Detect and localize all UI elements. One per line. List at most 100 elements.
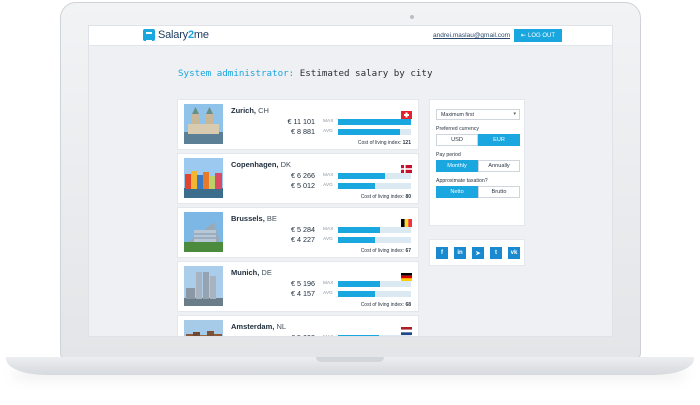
salary-row-max: € 5 284 MAX bbox=[231, 225, 411, 235]
salary-max-value: € 5 284 bbox=[291, 225, 315, 234]
city-country-code: CH bbox=[258, 106, 269, 115]
salary-row-max: € 11 101 MAX bbox=[231, 117, 411, 127]
salary-max-value: € 5 196 bbox=[291, 279, 315, 288]
city-name-text: Brussels bbox=[231, 214, 263, 223]
salary-avg-bar-fill bbox=[338, 291, 375, 297]
salary-avg-bar-fill bbox=[338, 183, 376, 189]
city-card[interactable]: Amsterdam, NL € 5 093 MAX bbox=[177, 315, 419, 336]
salary-avg-bar-fill bbox=[338, 129, 401, 135]
salary-row-max: € 5 093 MAX bbox=[231, 333, 411, 336]
city-card[interactable]: Brussels, BE € 5 284 MAX € 4 227 AVG Cost of … bbox=[177, 207, 419, 258]
salary-row-max: € 5 196 MAX bbox=[231, 279, 411, 289]
salary-avg-value: € 5 012 bbox=[291, 181, 315, 190]
twitter-icon[interactable]: t bbox=[490, 247, 502, 259]
cost-of-living-label: Cost of living index: bbox=[360, 302, 405, 308]
currency-option-eur[interactable]: EUR bbox=[478, 134, 520, 146]
cost-of-living-value: 68 bbox=[405, 302, 411, 308]
currency-option-usd[interactable]: USD bbox=[436, 134, 478, 146]
cost-of-living-value: 67 bbox=[405, 248, 411, 254]
city-country-code: DK bbox=[280, 160, 292, 169]
taxation-label: Approximate taxation? bbox=[436, 178, 488, 184]
cost-of-living-value: 80 bbox=[405, 194, 411, 200]
period-option-monthly[interactable]: Monthly bbox=[436, 160, 478, 172]
salary-max-bar-fill bbox=[338, 119, 411, 125]
linkedin-icon[interactable]: in bbox=[454, 247, 466, 259]
salary-avg-value: € 4 227 bbox=[291, 235, 315, 244]
cost-of-living-index: Cost of living index: 80 bbox=[361, 194, 411, 200]
user-email-link[interactable]: andrei.maslau@gmail.com bbox=[433, 32, 510, 39]
city-photo bbox=[184, 266, 223, 306]
cost-of-living-label: Cost of living index: bbox=[360, 194, 405, 200]
city-name-text: Munich bbox=[231, 268, 258, 277]
city-name: Amsterdam, NL bbox=[231, 322, 287, 331]
salary-avg-label: AVG bbox=[323, 183, 333, 188]
flag-be-icon bbox=[401, 214, 412, 227]
period-option-annually[interactable]: Annually bbox=[478, 160, 520, 172]
flag-dk-icon bbox=[401, 160, 412, 173]
sort-select[interactable]: Maximum first ▾ bbox=[436, 109, 520, 120]
taxation-toggle: Netto Brutto bbox=[436, 186, 520, 198]
share-panel: f in ➤ t vk bbox=[429, 239, 525, 266]
app-screen: Salary2me andrei.maslau@gmail.com ⇤ LOG … bbox=[88, 25, 613, 337]
city-card[interactable]: Copenhagen, DK € 6 266 MAX € 5 012 AVG Cost o… bbox=[177, 153, 419, 204]
city-name-text: Copenhagen bbox=[231, 160, 277, 169]
salary-avg-label: AVG bbox=[323, 237, 333, 242]
cost-of-living-label: Cost of living index: bbox=[360, 248, 405, 254]
page-title-text: Estimated salary by city bbox=[299, 68, 433, 79]
salary-row-avg: € 4 157 AVG bbox=[231, 289, 411, 299]
salary-max-bar bbox=[338, 119, 411, 125]
salary-max-bar bbox=[338, 173, 411, 179]
currency-toggle: USD EUR bbox=[436, 134, 520, 146]
cost-of-living-label: Cost of living index: bbox=[357, 140, 402, 146]
salary-max-label: MAX bbox=[323, 173, 334, 178]
salary-max-value: € 6 266 bbox=[291, 171, 315, 180]
logout-button[interactable]: ⇤ LOG OUT bbox=[514, 29, 562, 42]
city-photo bbox=[184, 320, 223, 336]
telegram-icon[interactable]: ➤ bbox=[472, 247, 484, 259]
facebook-icon[interactable]: f bbox=[436, 247, 448, 259]
salary-avg-label: AVG bbox=[323, 291, 333, 296]
salary-avg-bar bbox=[338, 183, 411, 189]
camera-dot bbox=[410, 15, 414, 19]
city-name-text: Zurich bbox=[231, 106, 254, 115]
city-country-code: DE bbox=[261, 268, 272, 277]
laptop-notch bbox=[316, 357, 384, 362]
period-toggle: Monthly Annually bbox=[436, 160, 520, 172]
city-photo bbox=[184, 104, 223, 144]
salary-row-avg: € 4 227 AVG bbox=[231, 235, 411, 245]
salary-avg-bar-fill bbox=[338, 237, 375, 243]
taxation-option-brutto[interactable]: Brutto bbox=[478, 186, 520, 198]
sort-select-value: Maximum first bbox=[441, 112, 474, 118]
salary-max-bar-fill bbox=[338, 335, 379, 336]
salary-avg-bar bbox=[338, 129, 411, 135]
salary-max-value: € 11 101 bbox=[287, 117, 315, 126]
cost-of-living-index: Cost of living index: 67 bbox=[361, 248, 411, 254]
filter-panel: Maximum first ▾ Preferred currency USD EU… bbox=[429, 99, 525, 226]
vk-icon[interactable]: vk bbox=[508, 247, 520, 259]
salary-max-bar bbox=[338, 281, 411, 287]
city-list: Zurich, CH € 11 101 MAX € 8 881 AVG Cost of l… bbox=[177, 99, 419, 336]
logo-icon bbox=[143, 29, 155, 42]
period-label: Pay period bbox=[436, 152, 461, 158]
city-card[interactable]: Munich, DE € 5 196 MAX € 4 157 AVG Cost of li… bbox=[177, 261, 419, 312]
taxation-option-netto[interactable]: Netto bbox=[436, 186, 478, 198]
city-country-code: BE bbox=[266, 214, 277, 223]
salary-avg-value: € 4 157 bbox=[291, 289, 315, 298]
salary-max-value: € 5 093 bbox=[275, 333, 315, 336]
logo[interactable]: Salary2me bbox=[143, 29, 209, 42]
flag-de-icon bbox=[401, 268, 412, 281]
city-card[interactable]: Zurich, CH € 11 101 MAX € 8 881 AVG Cost of l… bbox=[177, 99, 419, 150]
salary-max-bar-fill bbox=[338, 227, 380, 233]
salary-avg-value: € 8 881 bbox=[291, 127, 315, 136]
city-country-code: NL bbox=[276, 322, 287, 331]
top-bar: Salary2me andrei.maslau@gmail.com ⇤ LOG … bbox=[89, 26, 612, 46]
logo-text: Salary2me bbox=[158, 29, 209, 41]
salary-avg-bar bbox=[338, 291, 411, 297]
city-name: Copenhagen, DK bbox=[231, 160, 292, 169]
salary-max-label: MAX bbox=[323, 227, 334, 232]
logout-icon: ⇤ bbox=[520, 33, 526, 39]
flag-ch-icon bbox=[401, 106, 412, 119]
currency-label: Preferred currency bbox=[436, 126, 479, 132]
salary-avg-bar bbox=[338, 237, 411, 243]
city-name-text: Amsterdam bbox=[231, 322, 273, 331]
